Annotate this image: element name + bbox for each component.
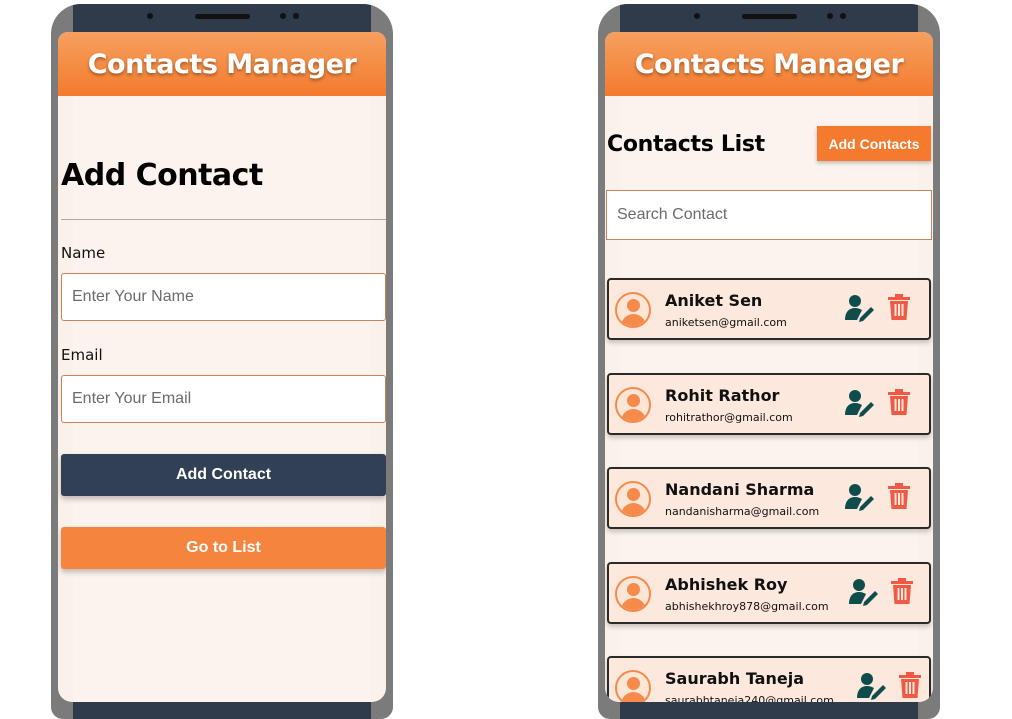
user-avatar-icon	[615, 670, 651, 702]
camera-dot	[694, 13, 700, 19]
user-avatar-icon	[615, 576, 651, 612]
add-contact-form: Add Contact Name Email Add Contact Go to…	[58, 96, 386, 696]
contact-card[interactable]: Rohit Rathor rohitrathor@gmail.com	[607, 373, 931, 435]
trash-icon[interactable]	[888, 389, 910, 415]
contact-email: saurabhtaneja240@gmail.com	[665, 694, 834, 702]
contacts-list-screen: Contacts Manager Contacts List Add Conta…	[605, 32, 933, 702]
app-title: Contacts Manager	[634, 48, 904, 80]
trash-icon[interactable]	[891, 578, 913, 604]
add-contacts-button[interactable]: Add Contacts	[817, 126, 931, 161]
contact-name: Nandani Sharma	[665, 480, 815, 499]
phone-bottom-bar	[73, 702, 371, 719]
email-label: Email	[61, 346, 103, 364]
name-field[interactable]	[61, 273, 386, 321]
name-label: Name	[61, 244, 106, 262]
user-edit-icon[interactable]	[857, 672, 887, 700]
go-to-list-button[interactable]: Go to List	[61, 527, 386, 569]
contact-name: Saurabh Taneja	[665, 669, 804, 688]
contacts-list-panel: Contacts List Add Contacts Aniket Sen an…	[605, 96, 933, 702]
page-title: Contacts List	[607, 132, 765, 157]
sensor-dot	[293, 13, 299, 19]
contact-name: Abhishek Roy	[665, 575, 788, 594]
user-avatar-icon	[615, 387, 651, 423]
speaker-slot	[195, 14, 250, 19]
user-edit-icon[interactable]	[845, 389, 875, 417]
camera-dot	[147, 13, 153, 19]
contact-email: nandanisharma@gmail.com	[665, 505, 820, 518]
contact-email: abhishekhroy878@gmail.com	[665, 600, 829, 613]
user-edit-icon[interactable]	[849, 578, 879, 606]
user-avatar-icon	[615, 292, 651, 328]
phone-frame-add-contact: Contacts Manager Add Contact Name Email …	[51, 4, 393, 719]
trash-icon[interactable]	[899, 672, 921, 698]
contact-card[interactable]: Saurabh Taneja saurabhtaneja240@gmail.co…	[607, 656, 931, 702]
sensor-dot	[827, 13, 833, 19]
speaker-slot	[742, 14, 797, 19]
phone-frame-contacts-list: Contacts Manager Contacts List Add Conta…	[598, 4, 940, 719]
add-contact-button[interactable]: Add Contact	[61, 454, 386, 496]
add-contact-screen: Contacts Manager Add Contact Name Email …	[58, 32, 386, 702]
email-field[interactable]	[61, 375, 386, 423]
phone-bottom-bar	[620, 702, 918, 719]
app-title: Contacts Manager	[87, 48, 357, 80]
app-header: Contacts Manager	[58, 32, 386, 96]
trash-icon[interactable]	[888, 294, 910, 320]
search-input[interactable]	[606, 190, 932, 240]
contact-card[interactable]: Aniket Sen aniketsen@gmail.com	[607, 278, 931, 340]
phone-notch	[620, 4, 918, 32]
user-avatar-icon	[615, 481, 651, 517]
phone-notch	[73, 4, 371, 32]
contact-email: rohitrathor@gmail.com	[665, 411, 793, 424]
contact-email: aniketsen@gmail.com	[665, 316, 787, 329]
user-edit-icon[interactable]	[845, 483, 875, 511]
sensor-dot	[280, 13, 286, 19]
page-title: Add Contact	[61, 158, 263, 193]
app-header: Contacts Manager	[605, 32, 933, 96]
contact-name: Aniket Sen	[665, 291, 763, 310]
divider	[61, 219, 386, 220]
sensor-dot	[840, 13, 846, 19]
contact-card[interactable]: Nandani Sharma nandanisharma@gmail.com	[607, 467, 931, 529]
contact-card[interactable]: Abhishek Roy abhishekhroy878@gmail.com	[607, 562, 931, 624]
contact-name: Rohit Rathor	[665, 386, 780, 405]
trash-icon[interactable]	[888, 483, 910, 509]
user-edit-icon[interactable]	[845, 294, 875, 322]
